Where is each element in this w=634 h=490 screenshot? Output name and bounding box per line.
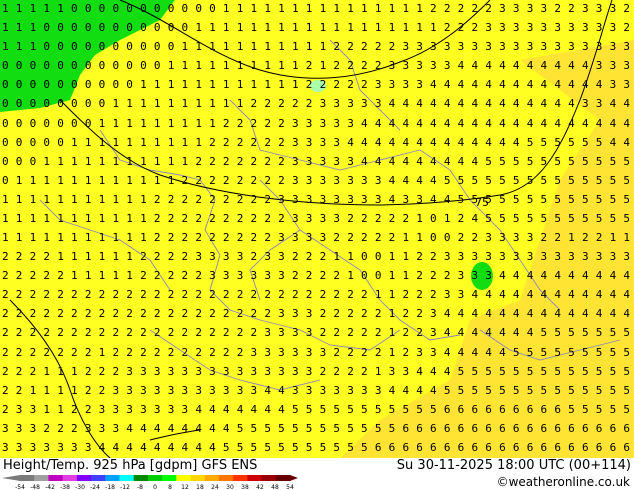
colorbar-swatch bbox=[190, 475, 206, 481]
colorbar-tick-label: -8 bbox=[137, 484, 143, 490]
colorbar-tick-label: -12 bbox=[120, 484, 130, 490]
map-view[interactable]: 75 1111100000000000111111111111111222223… bbox=[0, 0, 634, 458]
colorbar-swatch bbox=[261, 475, 277, 481]
colorbar-swatch bbox=[275, 475, 291, 481]
colorbar-swatch bbox=[247, 475, 263, 481]
colorbar-swatch bbox=[204, 475, 220, 481]
colorbar-swatch bbox=[218, 475, 234, 481]
colorbar-tick-label: 24 bbox=[211, 484, 219, 490]
colorbar-right-arrow bbox=[290, 475, 298, 481]
colorbar-tick-label: 30 bbox=[226, 484, 234, 490]
colorbar-tick-label: -30 bbox=[75, 484, 85, 490]
colorbar-swatch bbox=[48, 475, 64, 481]
valid-time: Su 30-11-2025 18:00 UTC (00+114) bbox=[396, 458, 631, 473]
credit-link[interactable]: ©weatheronline.co.uk bbox=[497, 475, 630, 489]
colorbar-swatch bbox=[176, 475, 192, 481]
colorbar-swatch bbox=[34, 475, 49, 481]
colorbar-tick-label: -42 bbox=[45, 484, 55, 490]
colorbar-swatch bbox=[119, 475, 135, 481]
colorbar-tick-label: -48 bbox=[30, 484, 40, 490]
colorbar-tick-label: 0 bbox=[153, 484, 157, 490]
map-title: Height/Temp. 925 hPa [gdpm] GFS ENS bbox=[3, 458, 258, 473]
colorbar-tick-label: 8 bbox=[168, 484, 172, 490]
colorbar-swatch bbox=[76, 475, 92, 481]
footer: Height/Temp. 925 hPa [gdpm] GFS ENS Su 3… bbox=[0, 458, 634, 490]
colorbar-swatch bbox=[233, 475, 248, 481]
colorbar-tick-label: -24 bbox=[90, 484, 100, 490]
colorbar-left-arrow bbox=[2, 475, 20, 481]
colorbar-tick-label: 12 bbox=[181, 484, 189, 490]
colorbar-tick-label: 38 bbox=[241, 484, 249, 490]
colorbar-tick-label: 18 bbox=[196, 484, 204, 490]
colorbar-swatch bbox=[105, 475, 120, 481]
colorbar-swatch bbox=[133, 475, 149, 481]
colorbar-swatch bbox=[147, 475, 163, 481]
colorbar-tick-label: -38 bbox=[60, 484, 70, 490]
colorbar-swatch bbox=[91, 475, 106, 481]
colorbar-swatch bbox=[162, 475, 177, 481]
colorbar-tick-label: -18 bbox=[105, 484, 115, 490]
colorbar-tick-label: -54 bbox=[15, 484, 25, 490]
colorbar-swatch bbox=[62, 475, 78, 481]
colorbar-legend: -54 -48 -42 -38 -30 -24 -18 -12 -8 0 8 12 18 24 30 38 42… bbox=[2, 475, 298, 490]
colorbar-swatch bbox=[20, 475, 35, 481]
colorbar-tick-label: 42 bbox=[256, 484, 264, 490]
colorbar-tick-label: 48 bbox=[271, 484, 279, 490]
colorbar-tick-label: 54 bbox=[286, 484, 294, 490]
